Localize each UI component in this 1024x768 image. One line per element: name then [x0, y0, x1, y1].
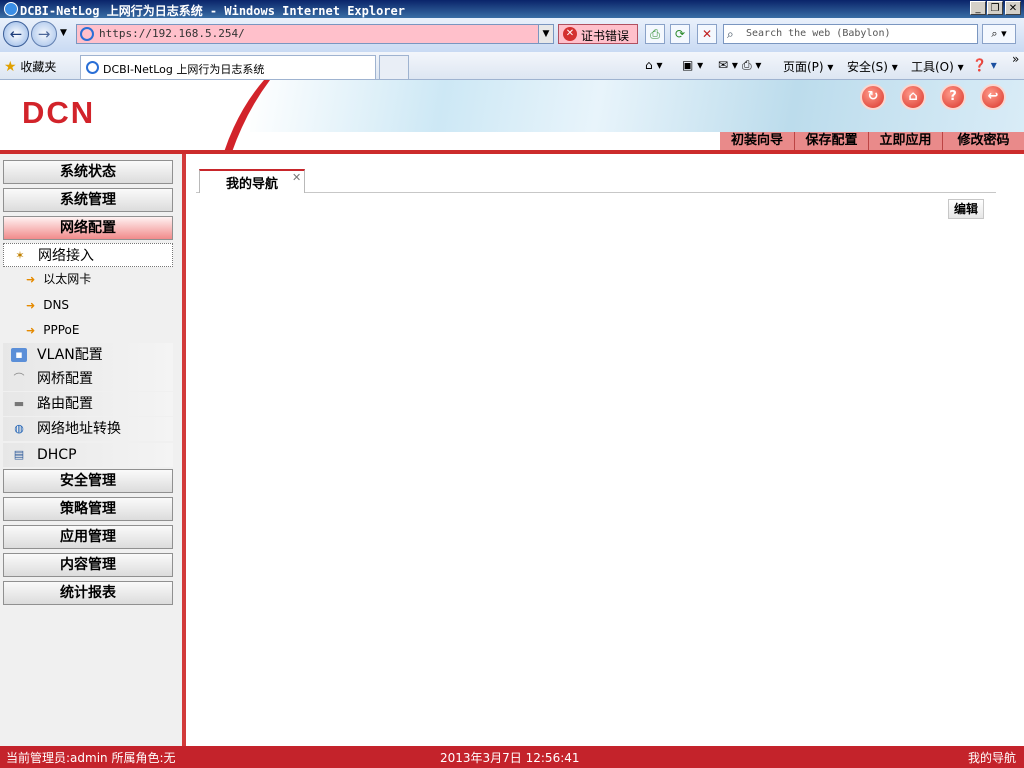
dcn-logo: DCN	[22, 95, 96, 130]
forward-button[interactable]: →	[31, 21, 57, 47]
page-menu[interactable]: 页面(P) ▾	[783, 58, 833, 75]
nav-setup-wizard[interactable]: 初装向导	[720, 132, 794, 150]
sidebar-section-reports[interactable]: 统计报表	[3, 581, 173, 605]
sidebar-item-bridge[interactable]: ⌒ 网桥配置	[3, 367, 173, 391]
vlan-icon: ▪	[11, 348, 27, 362]
window-title: DCBI-NetLog 上网行为日志系统 - Windows Internet …	[20, 4, 405, 18]
network-access-icon: ✶	[15, 249, 25, 262]
search-icon: ⌕	[727, 27, 734, 41]
arrow-icon: ➜	[26, 273, 36, 286]
search-placeholder[interactable]: Search the web (Babylon)	[746, 28, 891, 39]
router-icon: ▬	[13, 397, 25, 410]
sidebar-item-routing[interactable]: ▬ 路由配置	[3, 392, 173, 416]
safety-menu[interactable]: 安全(S) ▾	[847, 58, 898, 75]
sidebar-section-system-status[interactable]: 系统状态	[3, 160, 173, 184]
favorites-button[interactable]: ★ 收藏夹	[4, 58, 56, 75]
sidebar-item-dhcp[interactable]: ▤ DHCP	[3, 443, 173, 467]
home-icon: ⌂	[645, 58, 653, 72]
tab-my-navigation[interactable]: 我的导航 ✕	[199, 169, 305, 193]
refresh-icon[interactable]: ↻	[860, 84, 886, 110]
rss-icon: ▣	[682, 58, 694, 72]
status-datetime: 2013年3月7日 12:56:41	[440, 751, 580, 765]
address-dropdown-icon[interactable]: ▼	[538, 25, 553, 43]
refresh-button[interactable]: ⟳	[670, 24, 690, 44]
sidebar-section-network-config[interactable]: 网络配置	[3, 216, 173, 240]
more-commands-icon[interactable]: »	[1012, 52, 1019, 66]
favorites-bar: ★ 收藏夹 DCBI-NetLog 上网行为日志系统 ⌂ ▾ ▣ ▾ ✉ ▾ ⎙…	[0, 52, 1024, 80]
sidebar-subitem-dns[interactable]: ➜ DNS	[26, 294, 69, 316]
browser-tab-active[interactable]: DCBI-NetLog 上网行为日志系统	[80, 55, 376, 79]
tab-label: 我的导航	[226, 177, 279, 192]
tab-strip-line	[196, 192, 996, 193]
back-button[interactable]: ←	[3, 21, 29, 47]
home-icon[interactable]: ⌂	[900, 84, 926, 110]
compatibility-view-button[interactable]: ⎙	[645, 24, 665, 44]
tab-page-icon	[86, 61, 99, 74]
page-icon	[80, 27, 94, 41]
maximize-button[interactable]: ❐	[987, 1, 1003, 15]
star-icon: ★	[4, 59, 17, 75]
tab-title: DCBI-NetLog 上网行为日志系统	[103, 63, 265, 76]
ie-logo-icon	[4, 2, 18, 16]
window-title-bar: DCBI-NetLog 上网行为日志系统 - Windows Internet …	[0, 0, 1024, 18]
mail-button[interactable]: ✉ ▾	[718, 58, 738, 72]
printer-icon: ⎙	[742, 58, 752, 72]
sidebar-section-system-management[interactable]: 系统管理	[3, 188, 173, 212]
address-bar[interactable]: https://192.168.5.254/ ▼	[76, 24, 554, 44]
logout-icon[interactable]: ↩	[980, 84, 1006, 110]
sidebar-section-content[interactable]: 内容管理	[3, 553, 173, 577]
home-button[interactable]: ⌂ ▾	[645, 58, 662, 72]
help-icon: ❓	[972, 58, 987, 72]
status-bar: 当前管理员:admin 所属角色:无 2013年3月7日 12:56:41 我的…	[0, 746, 1024, 768]
history-dropdown-icon[interactable]: ▼	[60, 28, 67, 38]
new-tab-button[interactable]	[379, 55, 409, 79]
sidebar-splitter[interactable]	[182, 154, 186, 746]
status-location: 我的导航	[967, 751, 1016, 765]
search-button[interactable]: ⌕ ▾	[982, 24, 1016, 44]
mail-icon: ✉	[718, 58, 729, 72]
nav-apply-now[interactable]: 立即应用	[868, 132, 942, 150]
shield-error-icon: ✕	[563, 27, 577, 41]
help-icon[interactable]: ?	[940, 84, 966, 110]
browser-toolbar: ← → ▼ https://192.168.5.254/ ▼ ✕ 证书错误 ⎙ …	[0, 18, 1024, 52]
print-button[interactable]: ⎙ ▾	[742, 58, 761, 73]
nav-change-password[interactable]: 修改密码	[942, 132, 1024, 150]
header-swoosh	[224, 80, 270, 152]
close-window-button[interactable]: ✕	[1005, 1, 1021, 15]
close-tab-icon[interactable]: ✕	[292, 171, 301, 184]
dhcp-icon: ▤	[13, 448, 25, 461]
minimize-button[interactable]: _	[970, 1, 986, 15]
nat-icon: ◍	[14, 422, 24, 435]
edit-button[interactable]: 编辑	[948, 199, 984, 219]
sidebar-item-vlan[interactable]: ▪ VLAN配置	[3, 343, 173, 367]
sidebar-item-network-access[interactable]: ✶ 网络接入	[3, 243, 173, 267]
certificate-error-button[interactable]: ✕ 证书错误	[558, 24, 638, 44]
sidebar-section-security[interactable]: 安全管理	[3, 469, 173, 493]
sidebar-item-nat[interactable]: ◍ 网络地址转换	[3, 417, 173, 441]
top-nav: 初装向导 保存配置 立即应用 修改密码	[720, 132, 1024, 150]
sidebar-subitem-pppoe[interactable]: ➜ PPPoE	[26, 319, 79, 341]
sidebar-section-application[interactable]: 应用管理	[3, 525, 173, 549]
help-menu[interactable]: ❓ ▾	[972, 58, 997, 72]
arrow-icon: ➜	[26, 299, 36, 312]
favorites-label: 收藏夹	[20, 60, 57, 74]
stop-button[interactable]: ✕	[697, 24, 717, 44]
search-box[interactable]: ⌕ Search the web (Babylon)	[723, 24, 978, 44]
nav-save-config[interactable]: 保存配置	[794, 132, 868, 150]
certificate-error-label: 证书错误	[581, 29, 630, 43]
feeds-button[interactable]: ▣ ▾	[682, 58, 703, 72]
tools-menu[interactable]: 工具(O) ▾	[911, 58, 964, 75]
sidebar-section-policy[interactable]: 策略管理	[3, 497, 173, 521]
sidebar-subitem-ethernet[interactable]: ➜ 以太网卡	[26, 268, 91, 290]
arrow-icon: ➜	[26, 324, 36, 337]
bridge-icon: ⌒	[13, 372, 25, 385]
status-admin: 当前管理员:admin 所属角色:无	[6, 751, 176, 765]
address-text[interactable]: https://192.168.5.254/	[99, 27, 245, 40]
